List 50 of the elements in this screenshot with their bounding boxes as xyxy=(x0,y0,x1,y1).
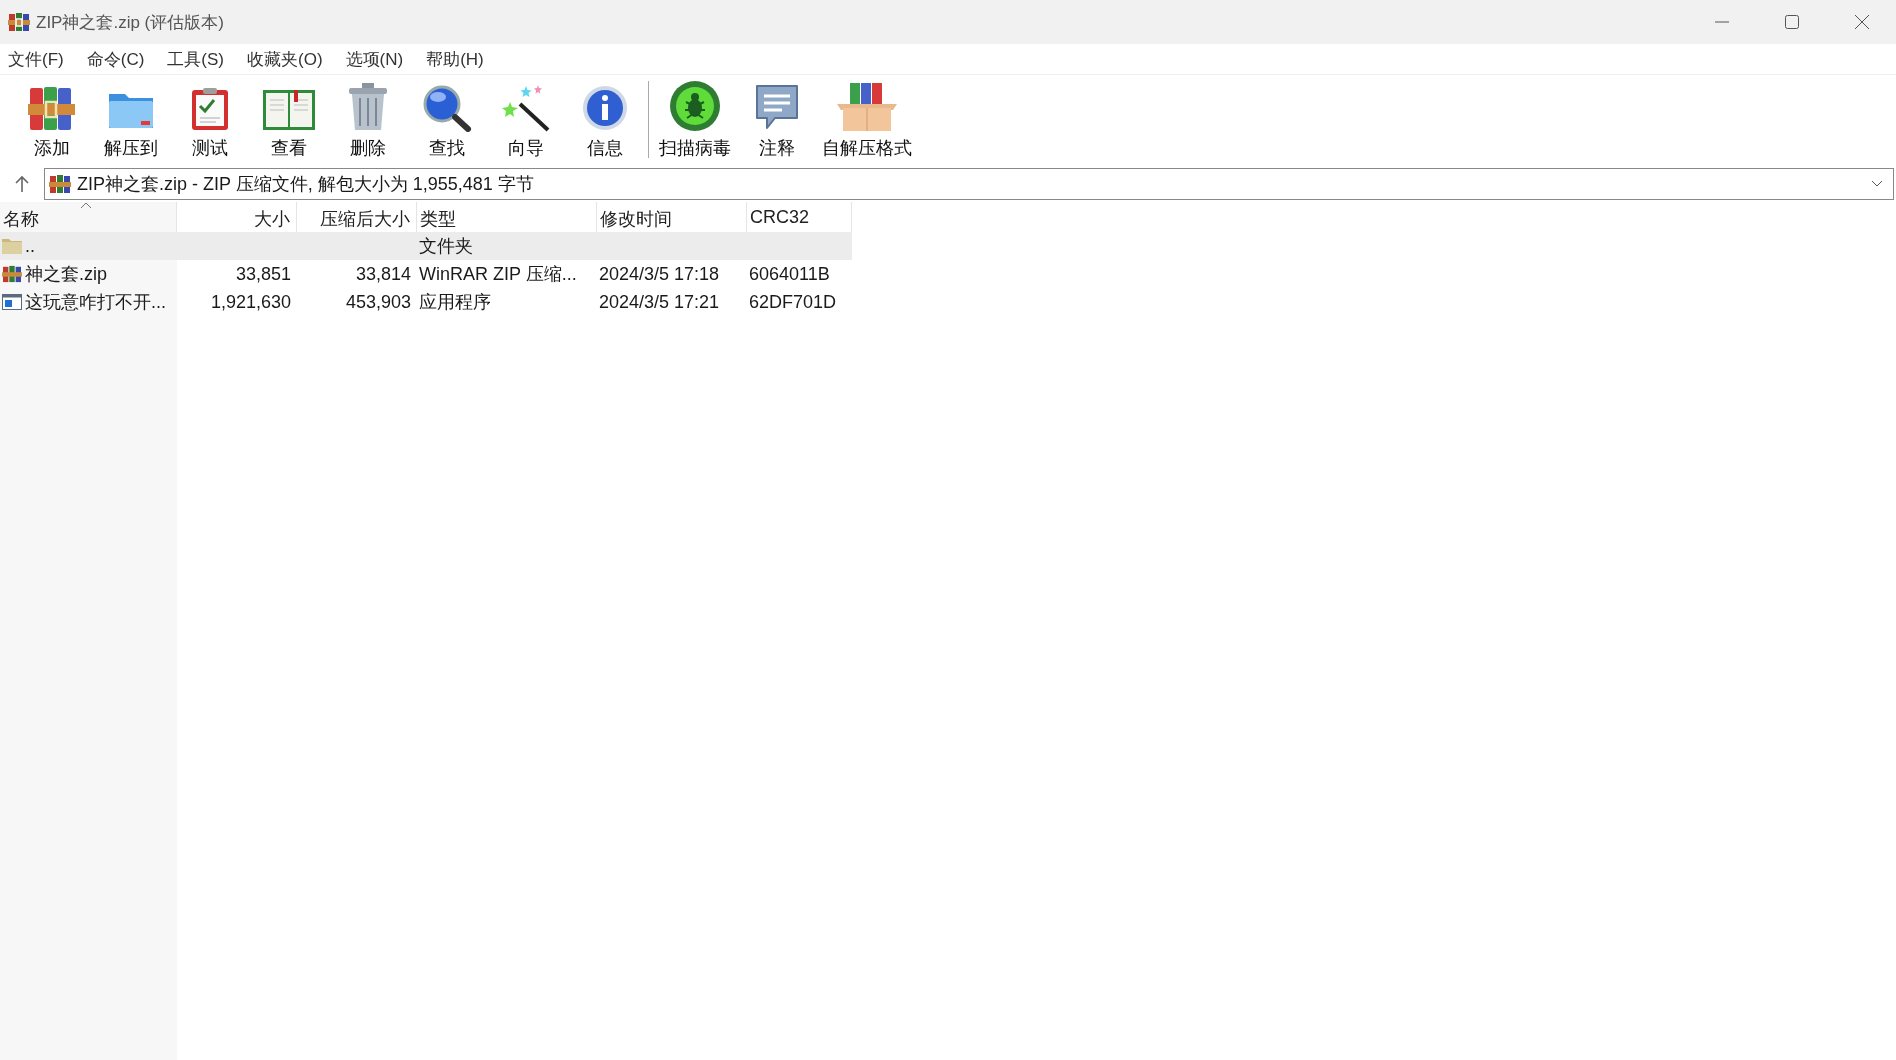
books-icon xyxy=(26,86,77,132)
table-cell: .. xyxy=(25,235,35,257)
toolbar-button[interactable]: 解压到 xyxy=(91,75,170,166)
table-cell-text: WinRAR ZIP 压缩... xyxy=(419,263,577,286)
table-cell: 1,921,630 xyxy=(210,291,291,313)
table-cell: 33,851 xyxy=(235,263,291,285)
address-field[interactable]: ZIP神之套.zip - ZIP 压缩文件, 解包大小为 1,955,481 字节 xyxy=(44,168,1894,200)
table-cell-text: 应用程序 xyxy=(419,291,491,314)
box-icon xyxy=(835,82,899,132)
close-icon[interactable] xyxy=(1854,14,1870,30)
file-row[interactable]: .. 文件夹 xyxy=(0,232,852,260)
archive-icon xyxy=(49,174,71,194)
table-cell: 6064011B xyxy=(749,263,830,285)
toolbar-button[interactable]: 信息 xyxy=(565,75,644,166)
toolbar-button[interactable]: 添加 xyxy=(12,75,91,166)
window-title: ZIP神之套.zip (评估版本) xyxy=(36,11,224,34)
magnifier-icon xyxy=(421,84,472,132)
folder-icon xyxy=(2,238,22,254)
toolbar-button[interactable]: 注释 xyxy=(737,75,816,166)
toolbar-button[interactable]: 向导 xyxy=(486,75,565,166)
table-cell: 33,814 xyxy=(355,263,411,285)
sort-caret-icon xyxy=(80,202,92,209)
file-row[interactable]: 这玩意咋打不开... 1,921,630 453,903 应用程序 2024/3/5 17:21 62DF701D xyxy=(0,288,852,316)
menu-item[interactable]: 帮助(H) xyxy=(426,47,484,71)
toolbar-button[interactable]: 删除 xyxy=(328,75,407,166)
toolbar-button[interactable]: 扫描病毒 xyxy=(653,75,737,166)
table-cell: 2024/3/5 17:21 xyxy=(599,291,720,313)
menu-item[interactable]: 文件(F) xyxy=(8,47,64,71)
menu-item[interactable]: 选项(N) xyxy=(345,47,404,71)
up-arrow-icon[interactable] xyxy=(14,175,30,193)
table-cell-text: 文件夹 xyxy=(419,235,473,258)
info-icon xyxy=(580,84,629,132)
maximize-icon[interactable] xyxy=(1784,14,1800,30)
table-cell-text: 这玩意咋打不开... xyxy=(25,291,166,314)
table-cell: 2024/3/5 17:18 xyxy=(599,263,720,285)
toolbar-button[interactable]: 自解压格式 xyxy=(816,75,918,166)
bug-icon xyxy=(669,80,721,132)
toolbar-button[interactable]: 测试 xyxy=(170,75,249,166)
chevron-down-icon[interactable] xyxy=(1871,180,1883,188)
app-logo-icon xyxy=(8,12,30,32)
toolbar-button[interactable]: 查找 xyxy=(407,75,486,166)
menu-item[interactable]: 收藏夹(O) xyxy=(247,47,323,71)
table-cell-text: 神之套.zip xyxy=(25,263,107,286)
file-row[interactable]: 神之套.zip 33,851 33,814 WinRAR ZIP 压缩... 2024/3/5 17:18 6064011B xyxy=(0,260,852,288)
table-cell: 62DF701D xyxy=(749,291,837,313)
menu-item[interactable]: 工具(S) xyxy=(167,47,224,71)
archive-icon xyxy=(2,265,22,283)
table-cell: 453,903 xyxy=(345,291,411,313)
menu-item[interactable]: 命令(C) xyxy=(86,47,145,71)
toolbar-button[interactable]: 查看 xyxy=(249,75,328,166)
